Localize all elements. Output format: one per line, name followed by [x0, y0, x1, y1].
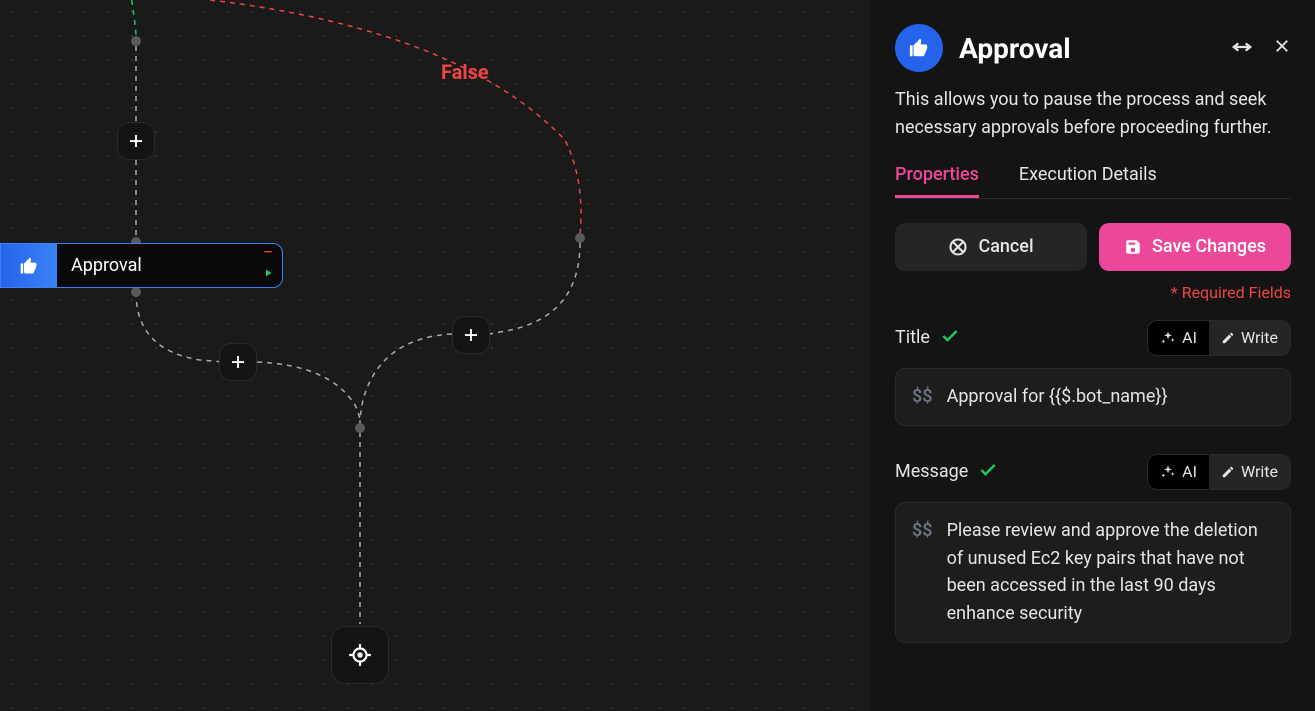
ai-mode-button[interactable]: AI [1148, 455, 1209, 489]
panel-title: Approval [959, 32, 1215, 65]
message-input-text[interactable]: Please review and approve the deletion o… [947, 517, 1274, 629]
add-node-button[interactable] [219, 343, 257, 381]
message-label: Message [895, 461, 968, 482]
connector-dot [355, 423, 365, 433]
remove-node-button[interactable]: − [263, 248, 273, 258]
ai-write-toggle[interactable]: AI Write [1147, 454, 1291, 490]
panel-icon [895, 24, 943, 72]
check-icon [978, 460, 998, 484]
add-node-button[interactable] [117, 122, 155, 160]
check-icon [940, 326, 960, 350]
cancel-button[interactable]: Cancel [895, 223, 1087, 271]
cancel-icon [948, 237, 968, 257]
connector-dot [575, 233, 585, 243]
approval-node-icon-area [1, 244, 57, 287]
add-node-button[interactable] [452, 316, 490, 354]
save-icon [1124, 238, 1142, 256]
title-label: Title [895, 327, 930, 348]
target-node[interactable] [331, 626, 389, 684]
ai-write-toggle[interactable]: AI Write [1147, 320, 1291, 356]
properties-panel: Approval This allows you to pause the pr… [871, 0, 1315, 711]
required-fields-note: * Required Fields [895, 283, 1291, 302]
title-input-text[interactable]: Approval for {{$.bot_name}} [947, 383, 1274, 411]
variable-picker-icon[interactable]: $$ [912, 517, 933, 629]
workflow-canvas[interactable]: False Approval − [0, 0, 871, 711]
tab-properties[interactable]: Properties [895, 164, 979, 198]
sparkle-icon [1160, 330, 1176, 346]
save-button[interactable]: Save Changes [1099, 223, 1291, 271]
panel-description: This allows you to pause the process and… [895, 86, 1291, 142]
pencil-icon [1221, 331, 1235, 345]
target-icon [347, 642, 373, 668]
expand-icon[interactable] [1231, 38, 1253, 59]
close-icon[interactable] [1273, 37, 1291, 60]
tab-execution-details[interactable]: Execution Details [1019, 164, 1157, 198]
title-input[interactable]: $$ Approval for {{$.bot_name}} [895, 368, 1291, 426]
message-input[interactable]: $$ Please review and approve the deletio… [895, 502, 1291, 644]
approval-node-label: Approval [57, 255, 262, 276]
connector-dot [131, 36, 141, 46]
run-node-button[interactable] [262, 267, 274, 283]
sparkle-icon [1160, 464, 1176, 480]
connector-dot [131, 287, 141, 297]
variable-picker-icon[interactable]: $$ [912, 383, 933, 411]
panel-tabs: Properties Execution Details [895, 164, 1291, 199]
approval-node[interactable]: Approval − [0, 243, 283, 288]
write-mode-button[interactable]: Write [1209, 455, 1290, 489]
branch-label-false: False [441, 60, 489, 84]
thumbs-up-icon [908, 37, 930, 59]
write-mode-button[interactable]: Write [1209, 321, 1290, 355]
edges-layer [0, 0, 871, 711]
thumbs-up-icon [19, 256, 39, 276]
ai-mode-button[interactable]: AI [1148, 321, 1209, 355]
pencil-icon [1221, 465, 1235, 479]
